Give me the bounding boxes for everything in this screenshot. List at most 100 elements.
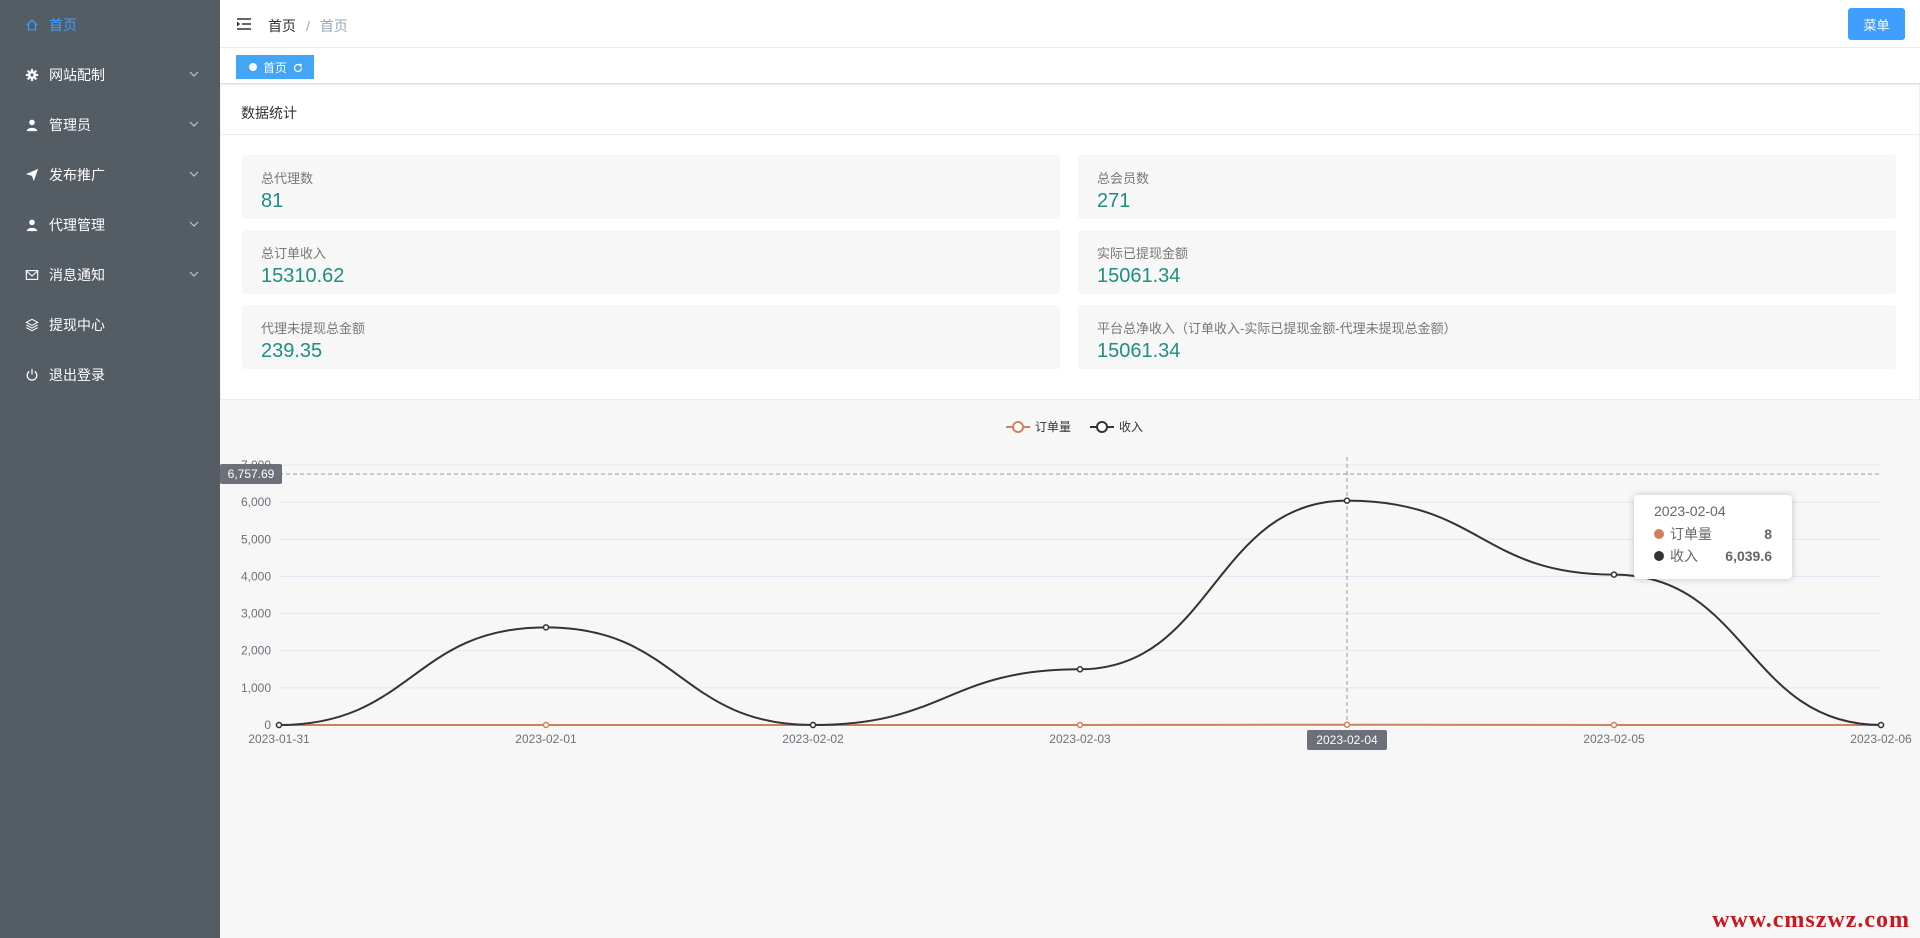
legend-marker [1096, 421, 1108, 433]
tooltip-series-value: 6,039.6 [1725, 548, 1772, 564]
y-tick-label: 0 [264, 718, 271, 732]
data-point [1610, 571, 1618, 578]
tooltip-row: 收入 6,039.6 [1654, 545, 1772, 567]
user-icon [24, 217, 40, 233]
chart-canvas: 01,0002,0003,0004,0005,0006,0007,0002023… [220, 420, 1912, 750]
x-tick-label: 2023-02-06 [1850, 732, 1912, 746]
sidebar: 首页 网站配制 管理员 发布推广 代理管理 消息通知 提现中心 退出登录 [0, 0, 220, 938]
stat-label: 平台总净收入（订单收入-实际已提现金额-代理未提现总金额） [1097, 321, 1457, 336]
sidebar-item-home[interactable]: 首页 [0, 0, 220, 50]
stats-card: 数据统计 总代理数 81 总会员数 271 总订单收入 15310.62 实际已… [220, 84, 1920, 400]
menu-button[interactable]: 菜单 [1848, 8, 1905, 40]
sidebar-item-label: 发布推广 [49, 167, 105, 183]
sidebar-item-promotion[interactable]: 发布推广 [0, 150, 220, 200]
y-tick-label: 4,000 [241, 569, 271, 583]
data-point [1877, 721, 1885, 729]
active-dot-icon [249, 63, 257, 71]
y-tick-label: 5,000 [241, 532, 271, 546]
chevron-down-icon [188, 167, 200, 179]
chevron-down-icon [188, 67, 200, 79]
sidebar-item-label: 网站配制 [49, 67, 105, 83]
sidebar-item-label: 代理管理 [49, 217, 105, 233]
stat-value: 271 [1097, 190, 1131, 212]
x-tick-label: 2023-02-05 [1583, 732, 1645, 746]
legend-label: 订单量 [1035, 420, 1071, 434]
sidebar-item-label: 退出登录 [49, 367, 105, 383]
refresh-icon[interactable] [293, 62, 303, 73]
x-tick-label: 2023-01-31 [248, 732, 310, 746]
tooltip-series-name: 订单量 [1670, 526, 1712, 542]
hamburger-icon[interactable] [236, 16, 252, 32]
tooltip-row: 订单量 8 [1654, 523, 1772, 545]
x-tick-label: 2023-02-01 [515, 732, 577, 746]
stat-value: 15061.34 [1097, 265, 1181, 287]
sidebar-item-logout[interactable]: 退出登录 [0, 350, 220, 400]
axis-pointer-y-label: 6,757.69 [228, 467, 275, 481]
card-title: 数据统计 [221, 85, 1919, 135]
sidebar-item-agent[interactable]: 代理管理 [0, 200, 220, 250]
sidebar-item-withdraw[interactable]: 提现中心 [0, 300, 220, 350]
breadcrumb-item-current: 首页 [319, 18, 348, 34]
chart-tooltip: 2023-02-04 订单量 8 收入 6,039.6 [1634, 495, 1792, 579]
stat-agent-unwithdrawn: 代理未提现总金额 239.35 [242, 305, 1060, 369]
stat-value: 15310.62 [261, 265, 345, 287]
mail-icon [24, 267, 40, 283]
series-dot-icon [1654, 551, 1664, 561]
power-icon [24, 367, 40, 383]
y-tick-label: 1,000 [241, 681, 271, 695]
sidebar-item-label: 提现中心 [49, 317, 105, 333]
data-point [1076, 721, 1084, 729]
legend-marker [1012, 421, 1024, 433]
y-tick-label: 6,000 [241, 495, 271, 509]
tags-view: 首页 [220, 48, 1920, 84]
sidebar-item-label: 管理员 [49, 117, 91, 133]
sidebar-item-label: 首页 [49, 17, 77, 33]
send-icon [24, 167, 40, 183]
tooltip-series-value: 8 [1764, 526, 1772, 542]
data-point [1610, 721, 1618, 729]
chevron-down-icon [188, 117, 200, 129]
gear-icon [24, 67, 40, 83]
y-tick-label: 3,000 [241, 607, 271, 621]
stat-label: 实际已提现金额 [1097, 246, 1189, 261]
tooltip-date: 2023-02-04 [1654, 503, 1726, 519]
stat-total-agents: 总代理数 81 [242, 155, 1060, 219]
data-point [542, 624, 550, 631]
legend-label: 收入 [1119, 420, 1143, 434]
chevron-down-icon [188, 217, 200, 229]
stat-label: 总会员数 [1097, 171, 1150, 186]
data-point [1343, 497, 1351, 504]
stat-label: 代理未提现总金额 [261, 321, 366, 336]
sidebar-item-label: 消息通知 [49, 267, 105, 283]
top-navbar: 首页 / 首页 菜单 [220, 0, 1920, 48]
data-point [1343, 721, 1351, 728]
data-point [275, 721, 283, 729]
sidebar-item-messages[interactable]: 消息通知 [0, 250, 220, 300]
site-watermark: www.cmszwz.com [1712, 907, 1910, 933]
breadcrumb-separator: / [306, 18, 310, 34]
x-tick-label: 2023-02-03 [1049, 732, 1111, 746]
user-icon [24, 117, 40, 133]
stat-total-members: 总会员数 271 [1078, 155, 1896, 219]
stat-total-order-income: 总订单收入 15310.62 [242, 230, 1060, 294]
stat-platform-net-income: 平台总净收入（订单收入-实际已提现金额-代理未提现总金额） 15061.34 [1078, 305, 1896, 369]
tag-home[interactable]: 首页 [236, 55, 315, 79]
sidebar-item-admin[interactable]: 管理员 [0, 100, 220, 150]
stat-label: 总代理数 [261, 171, 314, 186]
breadcrumb: 首页 / 首页 [268, 16, 348, 36]
stat-value: 15061.34 [1097, 340, 1181, 362]
line-chart: 01,0002,0003,0004,0005,0006,0007,0002023… [220, 400, 1920, 780]
chevron-down-icon [188, 267, 200, 279]
data-point [1076, 666, 1084, 673]
x-tick-label: 2023-02-02 [782, 732, 844, 746]
stat-withdrawn-amount: 实际已提现金额 15061.34 [1078, 230, 1896, 294]
home-icon [24, 17, 40, 33]
y-tick-label: 2,000 [241, 644, 271, 658]
stat-value: 81 [261, 190, 284, 212]
axis-pointer-x-label: 2023-02-04 [1316, 733, 1378, 747]
tag-label: 首页 [263, 60, 288, 75]
layers-icon [24, 317, 40, 333]
sidebar-item-site-config[interactable]: 网站配制 [0, 50, 220, 100]
breadcrumb-item[interactable]: 首页 [268, 16, 296, 36]
tooltip-series-name: 收入 [1670, 548, 1698, 564]
